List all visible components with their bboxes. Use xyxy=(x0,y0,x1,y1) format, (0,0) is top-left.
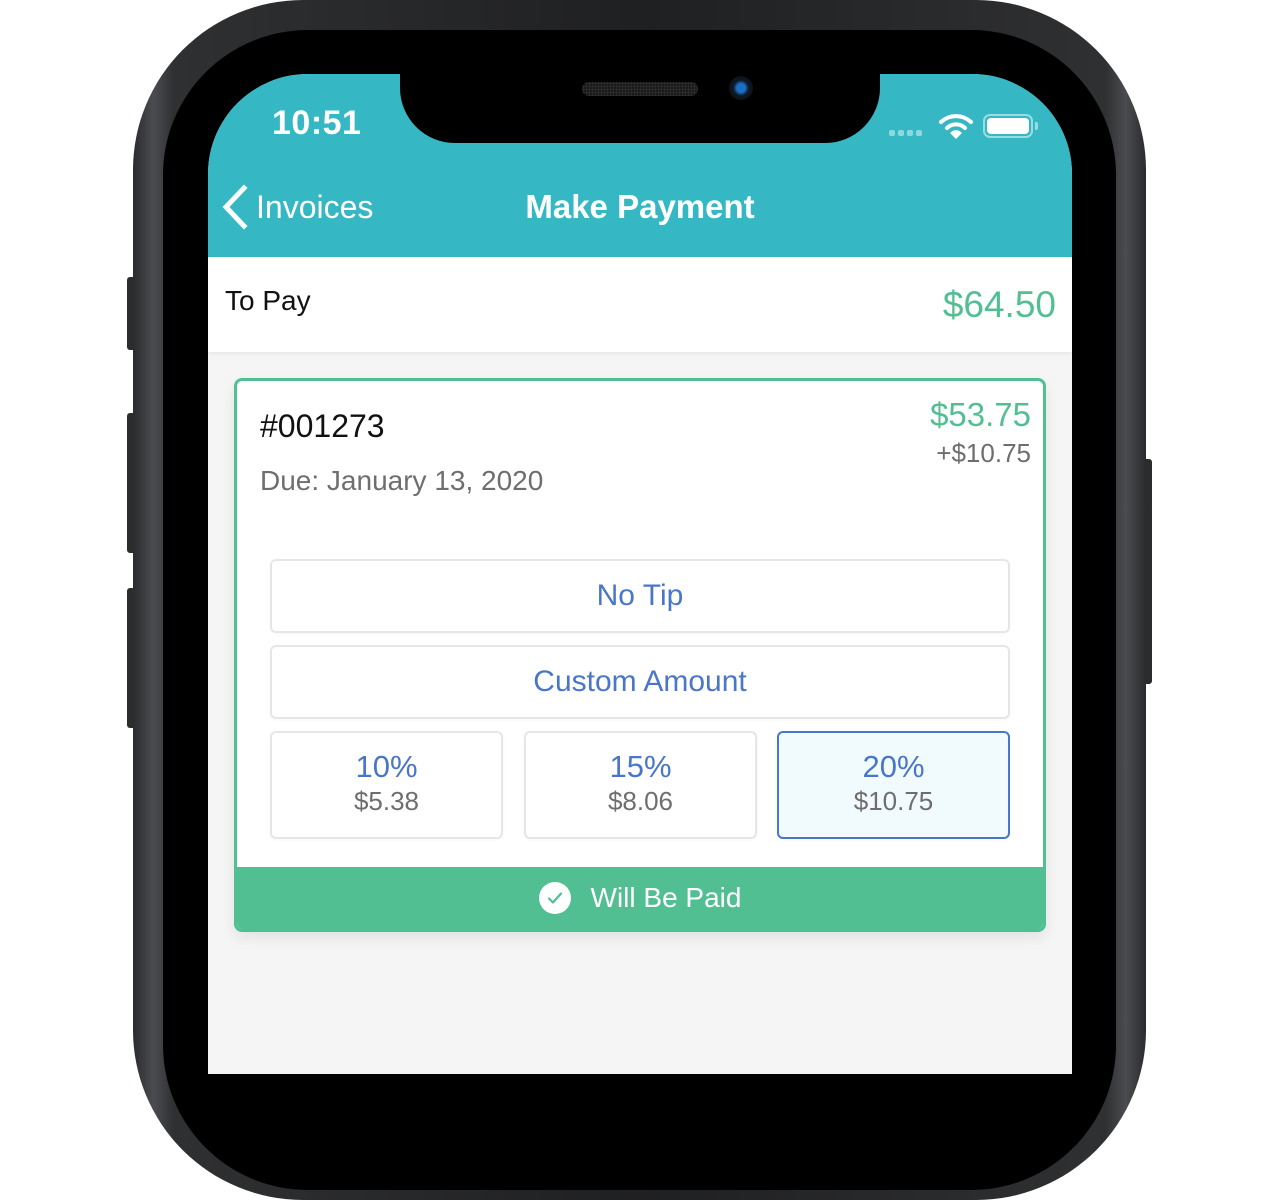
battery-icon xyxy=(983,114,1033,138)
invoice-number: #001273 xyxy=(260,408,385,444)
tip-10-percent-button[interactable]: 10% $5.38 xyxy=(270,731,503,839)
tip-amount: $5.38 xyxy=(353,786,420,816)
custom-amount-button[interactable]: Custom Amount xyxy=(270,645,1010,719)
no-tip-button[interactable]: No Tip xyxy=(270,559,1010,633)
payment-status-bar: Will Be Paid xyxy=(237,867,1043,929)
status-time: 10:51 xyxy=(272,104,362,142)
tip-20-percent-button[interactable]: 20% $10.75 xyxy=(777,731,1010,839)
battery-tip xyxy=(1035,122,1038,130)
payment-status-label: Will Be Paid xyxy=(590,882,742,913)
tip-amount: $10.75 xyxy=(853,786,934,816)
tip-15-percent-button[interactable]: 15% $8.06 xyxy=(524,731,757,839)
to-pay-label: To Pay xyxy=(225,285,311,316)
invoice-tip-amount: +$10.75 xyxy=(936,438,1031,468)
to-pay-amount: $64.50 xyxy=(942,284,1056,325)
tip-percent: 20% xyxy=(862,749,925,784)
invoice-amount: $53.75 xyxy=(930,396,1031,433)
page-title: Make Payment xyxy=(525,188,755,225)
cellular-signal-icon xyxy=(889,130,922,136)
to-pay-row: To Pay $64.50 xyxy=(208,257,1072,352)
invoice-due-date: Due: January 13, 2020 xyxy=(260,465,544,496)
tip-amount: $8.06 xyxy=(607,786,674,816)
phone-screen: 10:51 Invoices Make Payment To Pay $64.5… xyxy=(208,74,1072,1074)
tip-percent: 15% xyxy=(609,749,672,784)
front-camera xyxy=(729,76,753,100)
check-circle-icon xyxy=(538,882,571,914)
invoice-card[interactable]: #001273 Due: January 13, 2020 $53.75 +$1… xyxy=(234,378,1046,932)
earpiece-speaker xyxy=(582,82,698,96)
tip-percent: 10% xyxy=(355,749,418,784)
wifi-icon xyxy=(939,114,973,139)
